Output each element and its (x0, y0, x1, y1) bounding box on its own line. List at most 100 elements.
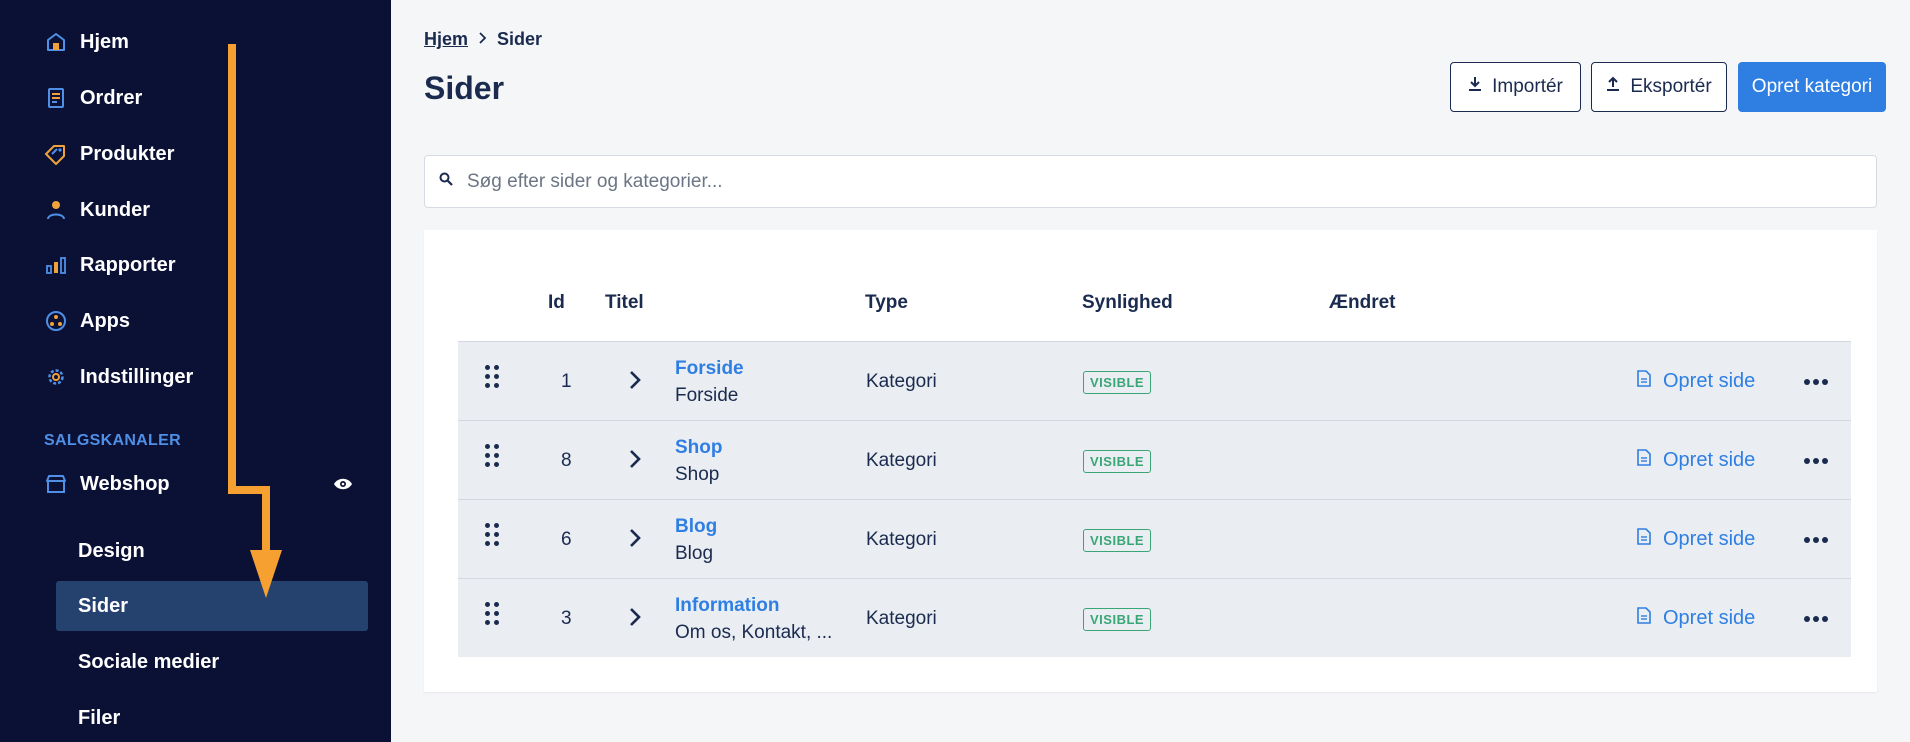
row-subtitle: Shop (675, 464, 720, 485)
expand-chevron-icon[interactable] (628, 368, 642, 397)
column-header-changed: Ændret (1329, 292, 1396, 313)
create-page-label: Opret side (1663, 607, 1756, 629)
document-icon (1637, 370, 1651, 393)
person-icon (44, 198, 68, 222)
row-subtitle: Forside (675, 385, 739, 406)
sub-item-label: Sider (78, 594, 129, 617)
eye-icon[interactable] (330, 472, 356, 496)
create-page-label: Opret side (1663, 528, 1756, 550)
row-id: 8 (561, 450, 572, 471)
expand-chevron-icon[interactable] (628, 526, 642, 555)
nav-item-produkter[interactable]: Produkter (44, 134, 174, 174)
nav-item-apps[interactable]: Apps (44, 301, 130, 341)
nav-item-ordrer[interactable]: Ordrer (44, 78, 142, 118)
apps-icon (44, 309, 68, 333)
nav-item-hjem[interactable]: Hjem (44, 22, 129, 62)
visibility-badge: VISIBLE (1083, 608, 1152, 631)
drag-handle-icon[interactable] (485, 444, 499, 468)
row-type: Kategori (866, 450, 937, 471)
search-bar (424, 155, 1877, 208)
nav-item-kunder[interactable]: Kunder (44, 190, 150, 230)
pages-table-panel: Id Titel Type Synlighed Ændret 1 Forside… (424, 230, 1877, 692)
row-title-link[interactable]: Information (675, 595, 780, 617)
table-row: 8 Shop Shop Kategori VISIBLE Opret side (458, 420, 1851, 499)
import-button[interactable]: Importér (1450, 62, 1581, 112)
orders-icon (44, 86, 68, 110)
search-input[interactable] (467, 170, 1847, 193)
row-title-link[interactable]: Forside (675, 358, 744, 380)
create-page-label: Opret side (1663, 370, 1756, 392)
nav-label: Apps (80, 309, 130, 332)
column-header-type: Type (865, 292, 908, 313)
create-page-button[interactable]: Opret side (1637, 449, 1755, 472)
bar-chart-icon (44, 253, 68, 277)
export-button[interactable]: Eksportér (1591, 62, 1727, 112)
row-subtitle: Blog (675, 543, 714, 564)
row-type: Kategori (866, 608, 937, 629)
create-category-label: Opret kategori (1751, 76, 1873, 97)
sidebar-item-sociale-medier[interactable]: Sociale medier (56, 637, 368, 687)
nav-label: Hjem (80, 30, 129, 53)
nav-item-webshop[interactable]: Webshop (44, 464, 170, 504)
tag-icon (44, 142, 68, 166)
visibility-badge: VISIBLE (1083, 529, 1152, 552)
breadcrumb-home-link[interactable]: Hjem (424, 29, 468, 50)
drag-handle-icon[interactable] (485, 523, 499, 547)
row-title-link[interactable]: Shop (675, 437, 723, 459)
nav-item-indstillinger[interactable]: Indstillinger (44, 357, 193, 397)
store-icon (44, 472, 68, 496)
more-options-icon[interactable] (1804, 537, 1828, 543)
create-page-label: Opret side (1663, 449, 1756, 471)
table-body: 1 Forside Forside Kategori VISIBLE Opret… (458, 341, 1851, 657)
more-options-icon[interactable] (1804, 379, 1828, 385)
more-options-icon[interactable] (1804, 458, 1828, 464)
table-header: Id Titel Type Synlighed Ændret (424, 292, 1877, 332)
sidebar: Hjem Ordrer Produkter Kunder Rapporter A… (0, 0, 391, 742)
chevron-right-icon (478, 31, 487, 49)
upload-icon (1606, 76, 1620, 98)
breadcrumb-current: Sider (497, 29, 543, 49)
create-page-button[interactable]: Opret side (1637, 370, 1755, 393)
column-header-visibility: Synlighed (1082, 292, 1173, 313)
search-icon (439, 172, 453, 191)
create-page-button[interactable]: Opret side (1637, 607, 1755, 630)
nav-item-rapporter[interactable]: Rapporter (44, 245, 176, 285)
create-page-button[interactable]: Opret side (1637, 528, 1755, 551)
document-icon (1637, 449, 1651, 472)
section-heading-salgskanaler: SALGSKANALER (44, 432, 181, 449)
row-id: 1 (561, 371, 572, 392)
nav-label: Indstillinger (80, 365, 194, 388)
table-row: 3 Information Om os, Kontakt, ... Katego… (458, 578, 1851, 657)
drag-handle-icon[interactable] (485, 365, 499, 389)
document-icon (1637, 528, 1651, 551)
column-header-id: Id (548, 292, 565, 313)
expand-chevron-icon[interactable] (628, 447, 642, 476)
breadcrumb: Hjem Sider (424, 29, 542, 50)
table-row: 6 Blog Blog Kategori VISIBLE Opret side (458, 499, 1851, 578)
row-id: 3 (561, 608, 572, 629)
nav-label: Ordrer (80, 86, 143, 109)
nav-label: Webshop (80, 472, 170, 495)
sidebar-item-filer[interactable]: Filer (56, 693, 368, 742)
document-icon (1637, 607, 1651, 630)
column-header-title: Titel (605, 292, 644, 313)
more-options-icon[interactable] (1804, 616, 1828, 622)
page-title: Sider (424, 70, 505, 106)
expand-chevron-icon[interactable] (628, 605, 642, 634)
export-label: Eksportér (1630, 76, 1712, 97)
drag-handle-icon[interactable] (485, 602, 499, 626)
create-category-button[interactable]: Opret kategori (1738, 62, 1886, 112)
sub-item-label: Sociale medier (78, 650, 220, 673)
sidebar-item-sider[interactable]: Sider (56, 581, 368, 631)
home-icon (44, 30, 68, 54)
row-type: Kategori (866, 529, 937, 550)
sub-item-label: Filer (78, 706, 121, 729)
sidebar-item-design[interactable]: Design (56, 526, 368, 576)
row-title-link[interactable]: Blog (675, 516, 717, 538)
download-icon (1468, 76, 1482, 98)
row-subtitle: Om os, Kontakt, ... (675, 622, 833, 643)
table-row: 1 Forside Forside Kategori VISIBLE Opret… (458, 341, 1851, 420)
nav-label: Rapporter (80, 253, 176, 276)
row-type: Kategori (866, 371, 937, 392)
sub-item-label: Design (78, 539, 145, 562)
